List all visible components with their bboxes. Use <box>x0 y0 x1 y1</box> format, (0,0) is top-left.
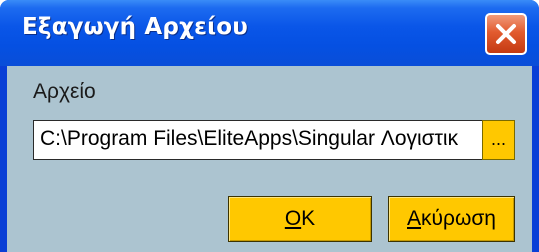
close-x-icon <box>496 24 516 44</box>
ok-button[interactable]: OK <box>228 196 372 242</box>
cancel-label-rest: κύρωση <box>421 207 496 230</box>
close-button[interactable] <box>485 13 527 55</box>
browse-button[interactable]: ... <box>482 120 515 160</box>
file-label: Αρχείο <box>33 80 96 103</box>
dialog-title: Εξαγωγή Αρχείου <box>22 14 249 40</box>
cancel-mnemonic: Α <box>407 207 422 230</box>
title-bar[interactable]: Εξαγωγή Αρχείου <box>0 0 539 66</box>
ok-label-rest: K <box>301 207 316 230</box>
cancel-button[interactable]: Ακύρωση <box>388 196 515 242</box>
file-path-input[interactable]: C:\Program Files\EliteApps\Singular Λογι… <box>33 120 484 160</box>
ok-mnemonic: O <box>284 207 302 230</box>
dialog-body: Αρχείο C:\Program Files\EliteApps\Singul… <box>7 66 532 252</box>
export-file-dialog: Εξαγωγή Αρχείου Αρχείο C:\Program Files\… <box>0 0 539 252</box>
